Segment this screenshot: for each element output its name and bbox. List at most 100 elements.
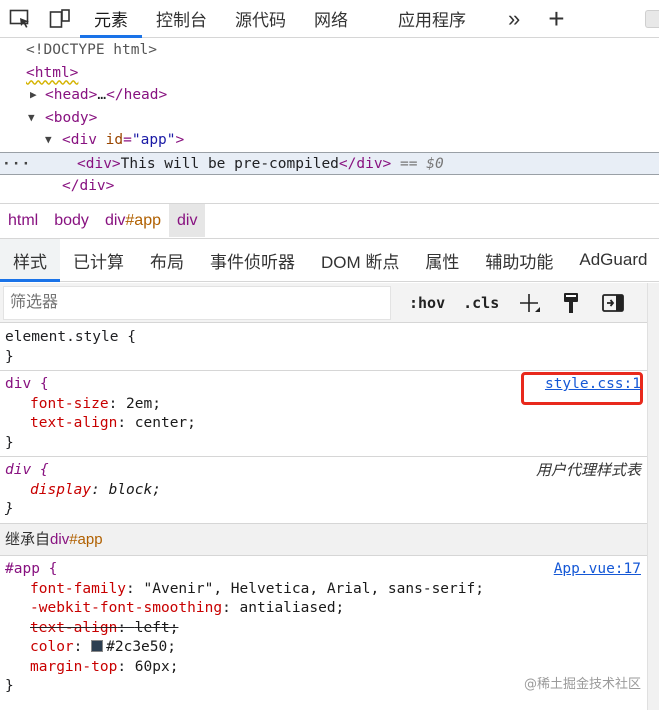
tab-adguard-label: AdGuard — [579, 250, 648, 269]
expand-triangle-icon[interactable]: ▶ — [30, 84, 37, 107]
tab-computed[interactable]: 已计算 — [60, 239, 137, 281]
breadcrumb-div-app[interactable]: div #app — [97, 204, 169, 237]
breadcrumb-body[interactable]: body — [46, 204, 97, 237]
tab-console[interactable]: 控制台 — [142, 0, 221, 37]
dom-div-open: <div — [62, 132, 97, 149]
user-agent-rule[interactable]: 用户代理样式表 div { display: block; } — [0, 457, 647, 524]
tab-accessibility-label: 辅助功能 — [485, 252, 554, 272]
inherited-tag[interactable]: div — [50, 531, 69, 548]
app-vue-source-link[interactable]: App.vue:17 — [554, 560, 641, 580]
panel-edge-tab[interactable] — [645, 10, 659, 28]
device-toolbar-icon[interactable] — [40, 0, 80, 37]
breadcrumb-div-id: #app — [125, 211, 161, 229]
decl-value: antialiased; — [239, 600, 345, 616]
div-rule-selector: div { — [5, 376, 49, 392]
dom-doctype-line[interactable]: <!DOCTYPE html> — [0, 39, 659, 62]
collapse-triangle-icon[interactable]: ▼ — [45, 129, 52, 152]
dom-div-close-line[interactable]: </div> — [0, 175, 659, 198]
breadcrumb-div-selected-label: div — [176, 211, 198, 229]
dom-div-app-line[interactable]: ▼ <div id="app"> — [0, 129, 659, 152]
paint-brush-icon[interactable] — [559, 291, 583, 315]
inherited-id[interactable]: #app — [69, 531, 102, 548]
more-actions-icon[interactable]: ··· — [2, 153, 31, 176]
color-swatch[interactable] — [91, 640, 104, 652]
dom-head-close: </head> — [106, 87, 168, 104]
tab-computed-label: 已计算 — [73, 252, 124, 272]
dom-attr-name: id — [105, 132, 124, 149]
div-rule-close: } — [5, 434, 14, 451]
breadcrumb-html[interactable]: html — [0, 204, 46, 237]
decl-color[interactable]: color: #2c3e50; — [5, 638, 642, 658]
dom-selected-line[interactable]: ··· <div>This will be pre-compiled</div>… — [0, 151, 659, 176]
decl-value: left; — [134, 619, 179, 636]
dom-body-tag: <body> — [45, 109, 98, 126]
tab-properties[interactable]: 属性 — [412, 239, 472, 281]
tab-application-label: 应用程序 — [398, 11, 466, 30]
decl-value: 2em; — [126, 395, 161, 412]
new-style-rule-icon[interactable] — [517, 291, 541, 315]
cls-toggle-button[interactable]: .cls — [463, 294, 499, 312]
tab-elements[interactable]: 元素 — [80, 0, 142, 38]
decl-prop: font-family — [30, 580, 127, 597]
breadcrumb: html body div #app div — [0, 203, 659, 237]
decl-text-align-overridden[interactable]: text-align: left; — [5, 619, 642, 639]
element-style-selector: element.style { — [5, 329, 136, 345]
tab-sources[interactable]: 源代码 — [221, 0, 300, 37]
breadcrumb-body-label: body — [54, 211, 89, 229]
tab-properties-label: 属性 — [425, 252, 460, 272]
decl-font-family[interactable]: font-family: "Avenir", Helvetica, Arial,… — [5, 580, 642, 600]
tab-dom-breakpoints-label: DOM 断点 — [321, 252, 400, 272]
tab-event-listeners[interactable]: 事件侦听器 — [197, 239, 308, 281]
decl-prop: -webkit-font-smoothing — [30, 600, 223, 616]
tab-styles-label: 样式 — [13, 252, 47, 272]
dom-head-line[interactable]: ▶ <head>…</head> — [0, 84, 659, 107]
tab-layout[interactable]: 布局 — [137, 239, 197, 281]
tab-elements-label: 元素 — [94, 11, 128, 30]
dom-body-line[interactable]: ▼ <body> — [0, 107, 659, 130]
user-agent-stylesheet-label: 用户代理样式表 — [535, 462, 641, 479]
dom-attr-value: "app" — [131, 132, 176, 149]
hov-toggle-button[interactable]: :hov — [409, 294, 445, 312]
styles-scrollbar[interactable] — [647, 283, 659, 710]
div-style-rule[interactable]: style.css:1 div { font-size: 2em; text-a… — [0, 371, 647, 457]
dom-div-close: </div> — [62, 177, 115, 194]
dom-head-open: <head> — [45, 87, 98, 104]
tab-layout-label: 布局 — [150, 252, 184, 272]
dom-head-ellipsis: … — [97, 87, 107, 104]
more-tabs-icon[interactable]: » — [494, 0, 534, 37]
dom-tree: <!DOCTYPE html> <html> ▶ <head>…</head> … — [0, 39, 659, 203]
decl-text-align[interactable]: text-align: center; — [5, 414, 642, 434]
dom-div-close-bracket: > — [175, 132, 185, 149]
styles-filter-input[interactable] — [3, 285, 391, 320]
tab-adguard[interactable]: AdGuard — [566, 239, 659, 281]
add-tab-icon[interactable]: + — [534, 0, 578, 37]
breadcrumb-div-label: div — [104, 211, 126, 229]
decl-display[interactable]: display: block; — [5, 481, 642, 501]
element-style-rule[interactable]: element.style { } — [0, 324, 647, 371]
tab-application[interactable]: 应用程序 — [384, 0, 480, 37]
decl-prop: margin-top — [30, 658, 118, 675]
inherited-from-header: 继承自div#app — [0, 523, 647, 556]
decl-prop: text-align — [30, 619, 118, 636]
dom-html-tag: <html> — [26, 64, 79, 81]
tab-styles[interactable]: 样式 — [0, 239, 60, 282]
breadcrumb-div-selected[interactable]: div — [168, 204, 206, 237]
collapse-triangle-icon[interactable]: ▼ — [28, 107, 35, 130]
ua-rule-selector: div { — [5, 462, 49, 478]
tab-network[interactable]: 网络 — [300, 0, 362, 37]
tab-accessibility[interactable]: 辅助功能 — [472, 239, 566, 281]
tab-console-label: 控制台 — [156, 11, 207, 30]
inspect-element-icon[interactable] — [0, 0, 40, 37]
more-tabs-glyph: » — [508, 5, 521, 31]
style-css-source-link[interactable]: style.css:1 — [545, 375, 641, 395]
computed-sidebar-toggle-icon[interactable] — [601, 291, 625, 315]
decl-prop: color — [30, 639, 74, 655]
dom-doctype: <!DOCTYPE html> — [26, 42, 157, 58]
dom-html-line[interactable]: <html> — [0, 62, 659, 85]
decl-prop: font-size — [30, 395, 109, 412]
tab-sources-label: 源代码 — [235, 11, 286, 30]
breadcrumb-html-label: html — [8, 211, 39, 229]
decl-webkit-font-smoothing[interactable]: -webkit-font-smoothing: antialiased; — [5, 599, 642, 619]
tab-dom-breakpoints[interactable]: DOM 断点 — [308, 239, 412, 281]
add-tab-glyph: + — [548, 2, 565, 34]
